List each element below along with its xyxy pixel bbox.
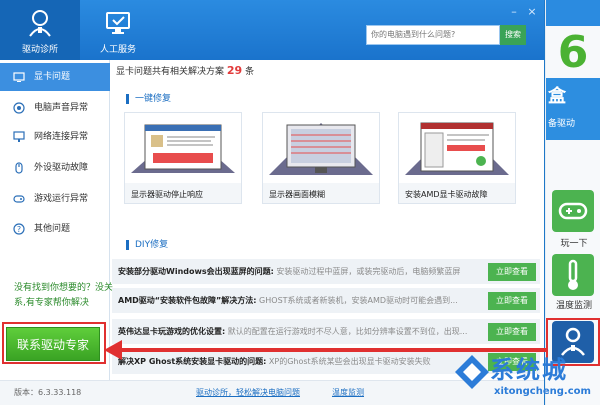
diy-row-title: 安装部分驱动Windows会出现蓝屏的问题: (118, 267, 274, 276)
expert-button-highlight (2, 322, 106, 364)
diy-row: AMD驱动“安装软件包故障”解决方法: GHOST系统或者新装机，安装AMD驱动… (112, 288, 540, 314)
card-image (399, 113, 515, 183)
diy-row-text: 安装部分驱动Windows会出现蓝屏的问题: 安装驱动过程中蓝屏，或装完驱动后，… (118, 259, 488, 285)
diy-row-desc: GHOST系统或者新装机，安装AMD驱动时可能会遇到... (256, 296, 458, 305)
gamepad-icon (558, 202, 588, 220)
summary-suffix: 条 (245, 67, 255, 77)
diy-row: 安装部分驱动Windows会出现蓝屏的问题: 安装驱动过程中蓝屏，或装完驱动后，… (112, 259, 540, 285)
card-label: 显示器驱动停止响应 (131, 190, 203, 199)
fix-card-display-blur[interactable]: 显示器画面模糊 (262, 112, 380, 204)
sidebar-item-label: 网络连接异常 (34, 132, 89, 142)
search-input[interactable]: 你的电脑遇到什么问题? (366, 25, 500, 45)
version-label: 版本：6.3.33.118 (14, 388, 82, 397)
card-label: 安装AMD显卡驱动故障 (405, 190, 488, 199)
sidebar-item-network[interactable]: 网络连接异常 (0, 123, 110, 151)
card-image (125, 113, 241, 183)
question-icon: ? (13, 223, 25, 235)
view-now-button[interactable]: 立即查看 (488, 292, 536, 310)
gamepad-icon (13, 195, 25, 203)
help-text: 没有找到你想要的？没关系,有专家帮你解决 (14, 283, 114, 308)
results-summary: 显卡问题共有相关解决方案 29 条 (116, 64, 254, 77)
doctor-icon (29, 10, 51, 37)
banner-text: 盒 (548, 86, 566, 107)
quick-fix-title: 一键修复 (126, 94, 171, 104)
search-button[interactable]: 搜索 (500, 25, 526, 45)
fix-card-driver-stop[interactable]: 显示器驱动停止响应 (124, 112, 242, 204)
watermark: 系统城 xitongcheng.com (448, 346, 600, 405)
summary-count: 29 (226, 64, 243, 77)
sidebar-item-other[interactable]: ? 其他问题 (0, 215, 110, 243)
diy-row-desc: 安装驱动过程中蓝屏，或装完驱动后，电脑频繁蓝屏 (273, 267, 461, 276)
monitor-illustration (269, 123, 373, 175)
diy-row-desc: 默认的配置在运行游戏时不尽人意，比如分辨率设置不到位，出现... (225, 327, 468, 336)
mouse-icon (15, 162, 23, 174)
play-game-tool[interactable] (552, 190, 594, 232)
thermometer-icon (568, 259, 578, 290)
display-icon (13, 72, 25, 82)
svg-text:?: ? (17, 225, 21, 234)
driver-clinic-link[interactable]: 驱动诊所，轻松解决电脑问题 (196, 381, 300, 405)
six-logo-icon: 6 (557, 27, 589, 78)
sidebar-item-label: 其他问题 (34, 224, 71, 234)
computer-service-icon (106, 12, 130, 34)
card-image (263, 113, 379, 183)
diy-row-title: 英伟达显卡玩游戏的优化设置: (118, 327, 226, 336)
tab-driver-clinic[interactable]: 驱动诊所 (0, 0, 80, 60)
watermark-logo-icon (455, 355, 489, 389)
sidebar-item-label: 游戏运行异常 (34, 194, 89, 204)
tool-label: 玩一下 (560, 239, 588, 249)
diy-row-text: AMD驱动“安装软件包故障”解决方法: GHOST系统或者新装机，安装AMD驱动… (118, 288, 488, 314)
watermark-text: 系统城 (490, 356, 568, 384)
fix-card-amd-install[interactable]: 安装AMD显卡驱动故障 (398, 112, 516, 204)
tool-label: 温度监测 (555, 301, 592, 311)
tab-manual-service[interactable]: 人工服务 (78, 0, 158, 60)
panel-topbar (546, 0, 600, 26)
install-window-illustration (405, 122, 509, 175)
speaker-icon (13, 102, 25, 114)
network-icon (13, 131, 25, 142)
sidebar-item-sound[interactable]: 电脑声音异常 (0, 94, 110, 122)
sidebar-item-label: 显卡问题 (34, 72, 71, 82)
sidebar-item-label: 电脑声音异常 (34, 103, 89, 113)
sidebar-item-label: 外设驱动故障 (34, 163, 89, 173)
error-window-illustration (131, 124, 235, 173)
tab-label: 人工服务 (99, 45, 136, 55)
panel-banner: 盒 备驱动 (546, 78, 600, 140)
tab-label: 驱动诊所 (21, 45, 58, 55)
sidebar-item-game[interactable]: 游戏运行异常 (0, 185, 110, 213)
main-content: 显卡问题共有相关解决方案 29 条 一键修复 显示器驱动停止响应 显示器画面模糊… (112, 60, 544, 380)
diy-fix-title: DIY修复 (126, 240, 168, 250)
temperature-monitor-link[interactable]: 温度监测 (332, 381, 364, 405)
watermark-url: xitongcheng.com (494, 386, 591, 397)
right-side-panel: 6 盒 备驱动 玩一下 温度监测 (546, 0, 600, 405)
view-now-button[interactable]: 立即查看 (488, 263, 536, 281)
temperature-tool[interactable] (552, 254, 594, 296)
card-label: 显示器画面模糊 (269, 190, 325, 199)
close-icon[interactable]: × (526, 6, 538, 18)
diy-row-title: AMD驱动“安装软件包故障”解决方法: (118, 296, 257, 305)
minimize-icon[interactable]: – (508, 6, 520, 18)
summary-prefix: 显卡问题共有相关解决方案 (116, 67, 225, 77)
banner-subtext: 备驱动 (548, 119, 576, 129)
header-bar: 驱动诊所 人工服务 – × 你的电脑遇到什么问题? 搜索 (0, 0, 544, 60)
sidebar-item-peripheral[interactable]: 外设驱动故障 (0, 154, 110, 182)
sidebar-item-display[interactable]: 显卡问题 (0, 63, 110, 91)
